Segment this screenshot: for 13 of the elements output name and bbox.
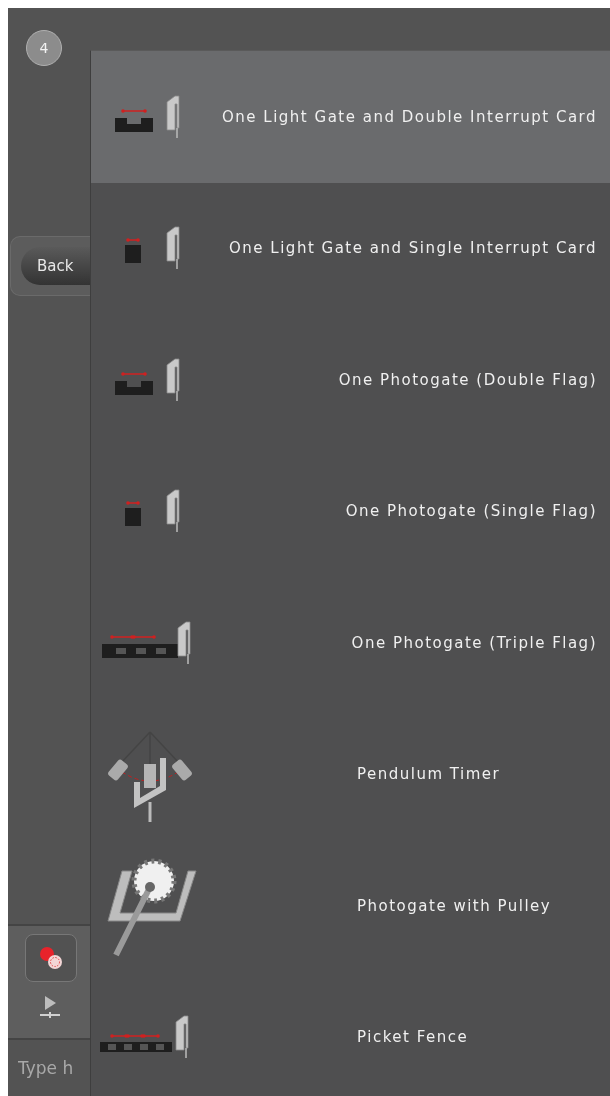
menu-item[interactable]: One Light Gate and Single Interrupt Card [91, 182, 610, 314]
menu-item[interactable]: Photogate with Pulley [91, 840, 610, 972]
menu-item[interactable]: One Photogate (Double Flag) [91, 314, 610, 446]
menu-item[interactable]: Picket Fence [91, 971, 610, 1096]
record-button[interactable] [25, 934, 77, 982]
menu-item[interactable]: One Photogate (Single Flag) [91, 445, 610, 577]
menu-item[interactable]: Pendulum Timer [91, 708, 610, 840]
menu-item[interactable]: One Photogate (Triple Flag) [91, 577, 610, 709]
input-field[interactable]: Type h [8, 1058, 90, 1078]
step-number: 4 [26, 30, 62, 66]
play-slider-icon[interactable] [38, 994, 62, 1020]
back-button[interactable]: Back [21, 247, 90, 285]
menu-item[interactable]: One Light Gate and Double Interrupt Card [91, 51, 610, 183]
